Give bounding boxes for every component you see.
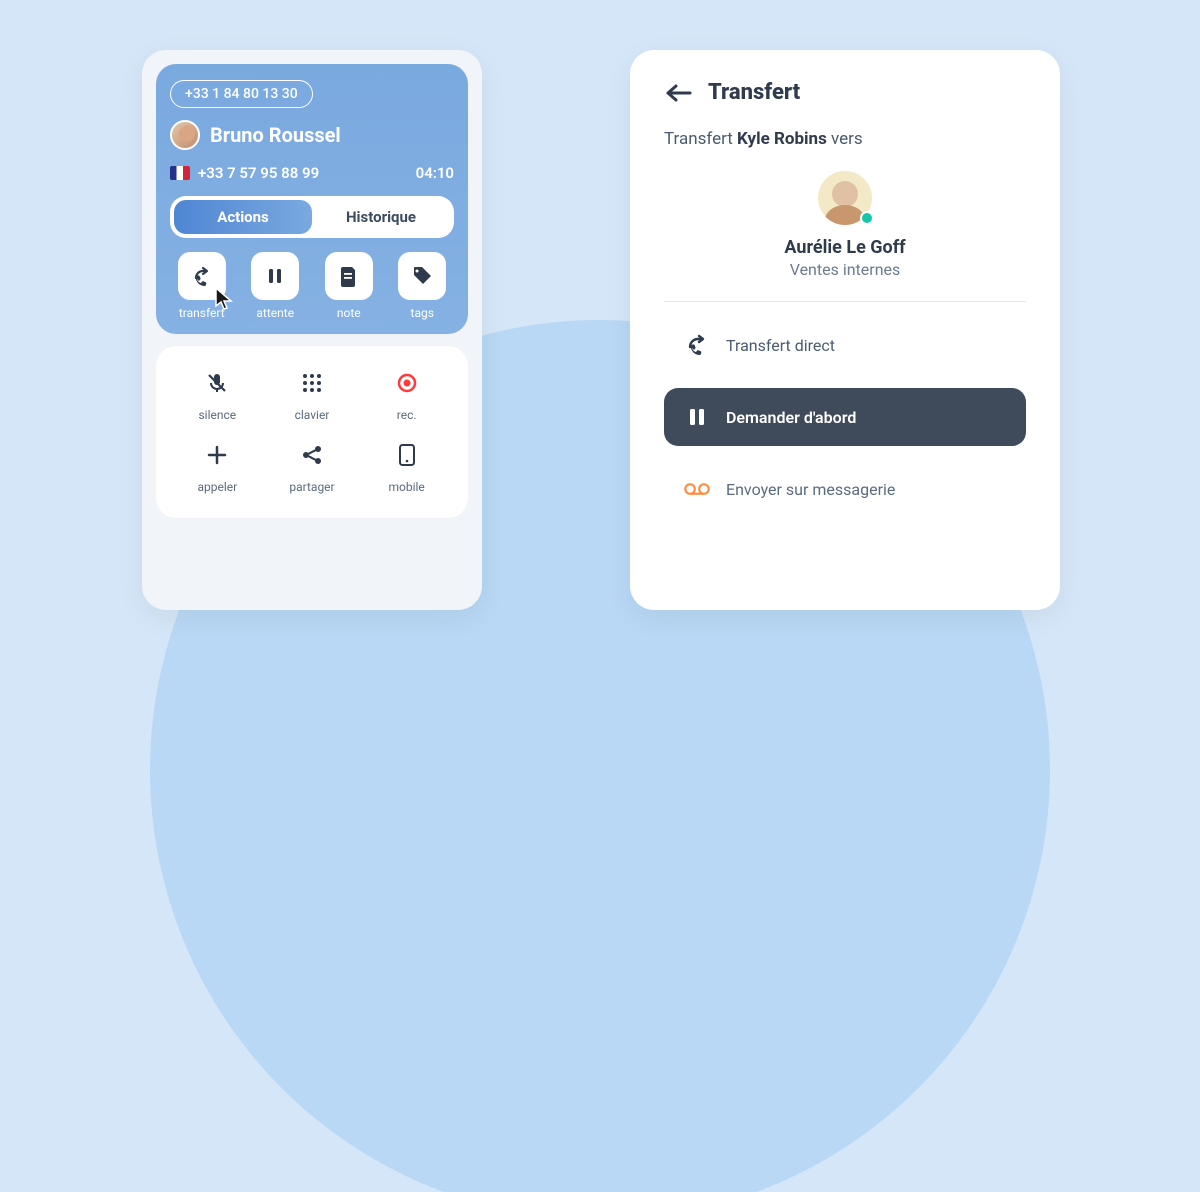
transfer-title: Transfert <box>708 80 800 105</box>
tag-icon <box>411 265 433 287</box>
call-controls: silence clavier <box>156 346 468 518</box>
back-arrow-icon[interactable] <box>664 83 694 103</box>
transfer-subtitle: Transfert Kyle Robins vers <box>664 129 1026 149</box>
tab-history[interactable]: Historique <box>312 200 450 234</box>
keypad-button[interactable]: clavier <box>267 364 357 422</box>
voicemail-icon <box>684 480 710 498</box>
option-voicemail-label: Envoyer sur messagerie <box>726 480 895 499</box>
record-icon <box>396 372 418 394</box>
note-button[interactable]: note <box>317 252 381 320</box>
record-button[interactable]: rec. <box>362 364 452 422</box>
note-icon <box>339 265 359 287</box>
option-ask-first[interactable]: Demander d'abord <box>664 388 1026 446</box>
transfer-panel: Transfert Transfert Kyle Robins vers Aur… <box>630 50 1060 610</box>
note-label: note <box>337 306 361 320</box>
option-voicemail[interactable]: Envoyer sur messagerie <box>664 460 1026 518</box>
tab-actions[interactable]: Actions <box>174 200 312 234</box>
call-button[interactable]: appeler <box>172 436 262 494</box>
caller-number: +33 7 57 95 88 99 <box>198 164 319 182</box>
hold-label: attente <box>256 306 294 320</box>
pause-icon <box>687 407 707 427</box>
transfer-icon <box>684 332 710 358</box>
mute-button[interactable]: silence <box>172 364 262 422</box>
tags-button[interactable]: tags <box>391 252 455 320</box>
flag-fr-icon <box>170 166 190 180</box>
mobile-icon <box>398 443 416 467</box>
plus-icon <box>206 444 228 466</box>
pause-icon <box>265 266 285 286</box>
mute-icon <box>205 371 229 395</box>
line-number-pill[interactable]: +33 1 84 80 13 30 <box>170 80 313 108</box>
target-name: Aurélie Le Goff <box>784 237 905 258</box>
call-panel: +33 1 84 80 13 30 Bruno Roussel +33 7 57… <box>142 50 482 610</box>
share-icon <box>301 444 323 466</box>
transfer-target: Aurélie Le Goff Ventes internes <box>664 171 1026 302</box>
share-label: partager <box>289 480 334 494</box>
call-label: appeler <box>197 480 237 494</box>
transfer-label: transfert <box>179 306 225 320</box>
caller-name: Bruno Roussel <box>210 123 341 147</box>
mobile-label: mobile <box>388 480 424 494</box>
tags-label: tags <box>411 306 434 320</box>
caller-row: Bruno Roussel <box>170 120 454 150</box>
hold-button[interactable]: attente <box>244 252 308 320</box>
active-call-card: +33 1 84 80 13 30 Bruno Roussel +33 7 57… <box>156 64 468 334</box>
record-label: rec. <box>397 408 417 422</box>
tabs: Actions Historique <box>170 196 454 238</box>
caller-avatar <box>170 120 200 150</box>
status-online-icon <box>860 211 874 225</box>
transfer-button[interactable]: transfert <box>170 252 234 320</box>
option-direct-label: Transfert direct <box>726 336 835 355</box>
share-button[interactable]: partager <box>267 436 357 494</box>
keypad-label: clavier <box>295 408 330 422</box>
target-role: Ventes internes <box>790 260 901 279</box>
transfer-icon <box>190 264 214 288</box>
call-duration: 04:10 <box>416 164 454 182</box>
option-ask-label: Demander d'abord <box>726 408 856 427</box>
keypad-icon <box>301 372 323 394</box>
option-direct-transfer[interactable]: Transfert direct <box>664 316 1026 374</box>
mobile-button[interactable]: mobile <box>362 436 452 494</box>
mute-label: silence <box>198 408 236 422</box>
